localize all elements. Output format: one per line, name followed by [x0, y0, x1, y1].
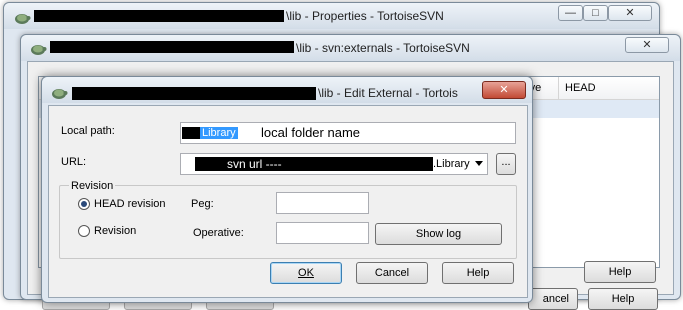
maximize-button[interactable]: □ [583, 5, 608, 21]
properties-title: \lib - Properties - TortoiseSVN [286, 9, 444, 23]
local-path-annotation: local folder name [261, 125, 360, 140]
head-revision-label[interactable]: HEAD revision [94, 198, 166, 210]
column-header-head[interactable]: HEAD [565, 82, 596, 94]
tortoisesvn-icon [15, 14, 31, 24]
revision-label[interactable]: Revision [94, 225, 136, 237]
help-button[interactable]: Help [442, 262, 514, 284]
revision-radio[interactable] [78, 225, 90, 237]
url-combobox[interactable]: svn url ---- .Library [180, 153, 488, 175]
browse-button[interactable]: ... [496, 153, 516, 175]
close-button[interactable]: ✕ [608, 5, 652, 21]
edit-external-dialog: \lib - Edit External - Tortois ✕ Local p… [41, 76, 533, 303]
head-revision-radio[interactable] [78, 198, 90, 210]
ok-label: OK [298, 267, 314, 279]
close-button[interactable]: ✕ [625, 37, 669, 53]
cancel-label: ancel [542, 293, 569, 305]
redacted-path [34, 10, 284, 22]
tortoisesvn-icon [31, 45, 47, 55]
local-path-selection: Library [200, 127, 238, 139]
url-suffix: .Library [433, 158, 470, 170]
column-separator [558, 77, 559, 99]
operative-label: Operative: [193, 227, 244, 239]
tortoisesvn-icon [52, 89, 68, 99]
redacted-prefix [182, 127, 200, 139]
cancel-button[interactable]: Cancel [356, 262, 428, 284]
url-annotation: svn url ---- [227, 157, 282, 171]
externals-title: \lib - svn:externals - TortoiseSVN [296, 41, 470, 55]
chevron-down-icon[interactable] [475, 161, 483, 166]
close-button[interactable]: ✕ [482, 81, 526, 99]
local-path-input[interactable]: Library local folder name [180, 122, 516, 144]
edit-external-title: \lib - Edit External - Tortois [318, 86, 458, 100]
show-log-button[interactable]: Show log [375, 223, 502, 245]
operative-input[interactable] [276, 222, 369, 244]
peg-label: Peg: [191, 198, 214, 210]
properties-help-button[interactable]: Help [584, 261, 656, 283]
minimize-button[interactable]: — [558, 5, 583, 21]
cancel-button[interactable]: ancel [528, 288, 578, 310]
redacted-path [72, 87, 316, 100]
peg-input[interactable] [276, 192, 369, 214]
revision-group-label: Revision [69, 180, 116, 192]
local-path-label: Local path: [61, 125, 115, 137]
help-button[interactable]: Help [588, 288, 658, 310]
edit-external-client: Local path: Library local folder name UR… [48, 105, 528, 298]
url-label: URL: [61, 156, 87, 168]
ok-button[interactable]: OK [270, 262, 342, 284]
redacted-path [50, 41, 294, 53]
